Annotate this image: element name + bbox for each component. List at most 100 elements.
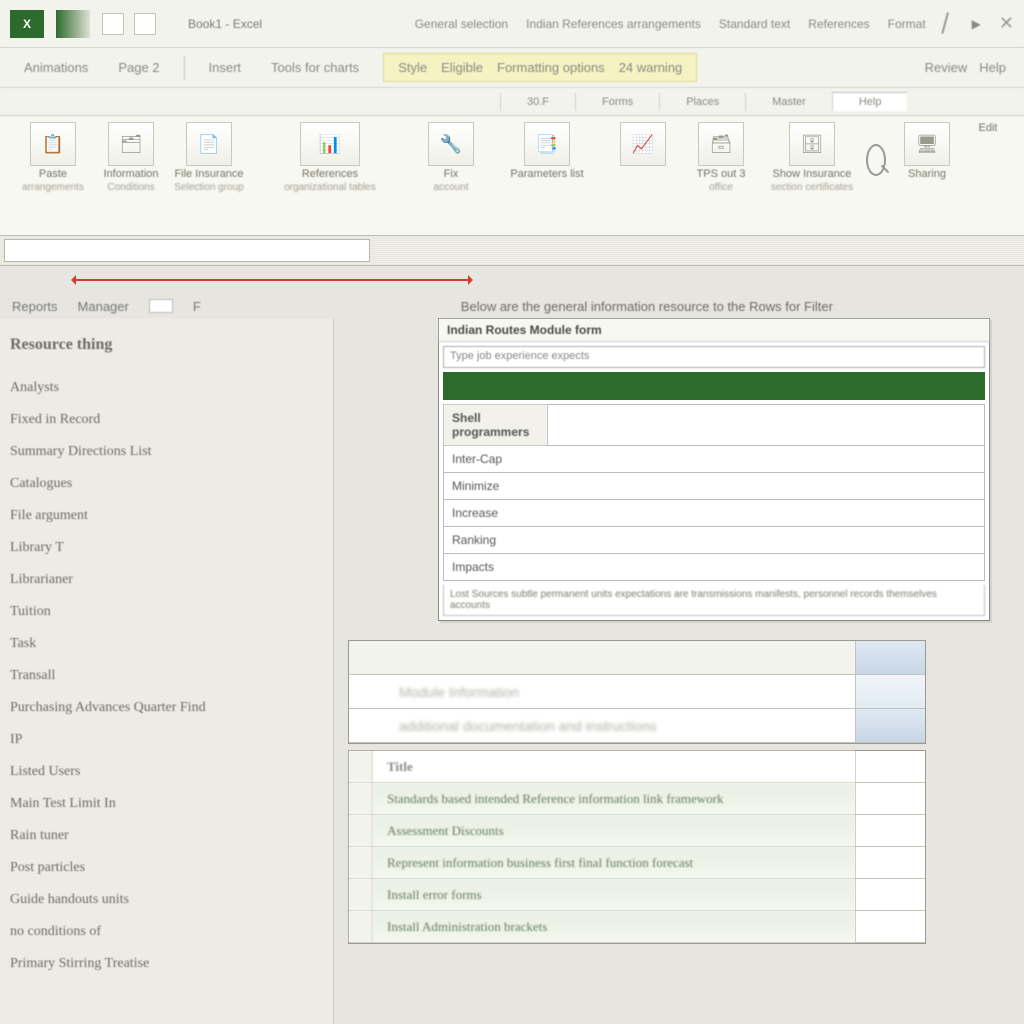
close-icon[interactable]: ✕ [999, 13, 1014, 34]
ribbon-item-9[interactable]: 🖥 Sharing [890, 122, 964, 231]
l1-row[interactable]: Module Information [349, 675, 855, 708]
hl-tab-0[interactable]: Style [398, 60, 427, 75]
dialog-row[interactable]: Impacts [444, 554, 985, 581]
l2-cap[interactable] [855, 751, 925, 782]
ribbon-item-6[interactable]: 📈 [606, 122, 680, 231]
ribbon-item-8[interactable]: 🗄 Show Insurance section certificates [762, 122, 862, 231]
ribbon-tab-right-1[interactable]: Help [979, 60, 1006, 75]
ribbon-item-5[interactable]: 📑 Parameters list [492, 122, 602, 231]
l2-row[interactable]: Install Administration brackets [373, 911, 855, 942]
ribbon-tab-right-0[interactable]: Review [925, 60, 968, 75]
body-area: Resource thing Analysts Fixed in Record … [0, 318, 1024, 1024]
ribbon-item-label: Show Insurance [773, 168, 852, 180]
ribbon-item-sub: office [709, 182, 733, 193]
search-icon[interactable] [866, 144, 886, 176]
sub-tab-4[interactable]: Help [832, 92, 908, 111]
crumb-a[interactable]: Reports [12, 299, 58, 314]
hl-tab-3[interactable]: 24 warning [619, 60, 683, 75]
ribbon-item-4[interactable]: 🔧 Fix account [414, 122, 488, 231]
ribbon-item-label: File Insurance [174, 168, 243, 180]
sidebar-item[interactable]: Summary Directions List [10, 436, 323, 468]
sidebar-item[interactable]: Librarianer [10, 564, 323, 596]
sidebar-item[interactable]: File argument [10, 500, 323, 532]
sidebar: Resource thing Analysts Fixed in Record … [0, 318, 334, 1024]
l2-row[interactable]: Represent information business first fin… [373, 847, 855, 878]
sidebar-item[interactable]: Purchasing Advances Quarter Find [10, 692, 323, 724]
dialog-table: Shell programmers Inter-Cap Minimize Inc… [443, 404, 985, 581]
l1-cap[interactable] [855, 709, 925, 742]
sidebar-item[interactable]: no conditions of [10, 916, 323, 948]
formula-input[interactable] [374, 236, 1024, 265]
crumb-c[interactable]: F [193, 299, 201, 314]
dialog-row[interactable]: Ranking [444, 527, 985, 554]
sub-tab-1[interactable]: Forms [575, 93, 659, 111]
l2-cap[interactable] [855, 783, 925, 814]
sidebar-item[interactable]: Guide handouts units [10, 884, 323, 916]
formula-bar [0, 236, 1024, 266]
app-icon[interactable]: X [10, 10, 44, 38]
ribbon-tab-1[interactable]: Page 2 [112, 56, 165, 79]
sidebar-item[interactable]: Primary Stirring Treatise [10, 948, 323, 980]
app-icon-secondary[interactable] [56, 10, 90, 38]
ribbon-item-1[interactable]: 🗂 Information Conditions [94, 122, 168, 231]
sub-tab-2[interactable]: Places [659, 93, 745, 111]
sidebar-item[interactable]: Main Test Limit In [10, 788, 323, 820]
crumb-b[interactable]: Manager [78, 299, 129, 314]
l1-row[interactable]: additional documentation and instruction… [349, 709, 855, 742]
l2-cap[interactable] [855, 911, 925, 942]
name-box[interactable] [4, 239, 370, 262]
hl-tab-1[interactable]: Eligible [441, 60, 483, 75]
sidebar-item[interactable]: Fixed in Record [10, 404, 323, 436]
lower-table-2: Title Standards based intended Reference… [348, 750, 926, 944]
sidebar-item[interactable]: Analysts [10, 372, 323, 404]
sidebar-item[interactable]: Transall [10, 660, 323, 692]
title-menu-3[interactable]: References [808, 17, 869, 31]
play-icon[interactable]: ▶ [972, 17, 981, 31]
sidebar-item[interactable]: Tuition [10, 596, 323, 628]
sidebar-item[interactable]: Catalogues [10, 468, 323, 500]
dialog: Indian Routes Module form Type job exper… [438, 318, 990, 621]
sidebar-item[interactable]: Post particles [10, 852, 323, 884]
dialog-search[interactable]: Type job experience expects [443, 346, 985, 368]
ribbon-item-10[interactable]: Edit [968, 122, 1008, 231]
ribbon-item-3[interactable]: 📊 References organizational tables [250, 122, 410, 231]
ribbon-item-7[interactable]: 🗃 TPS out 3 office [684, 122, 758, 231]
sharing-icon: 🖥 [904, 122, 950, 166]
sidebar-item[interactable]: Task [10, 628, 323, 660]
sidebar-item[interactable]: Listed Users [10, 756, 323, 788]
l1-cap[interactable] [855, 641, 925, 674]
quick-icon-2[interactable] [134, 13, 156, 35]
title-menu-4[interactable]: Format [888, 17, 926, 31]
dialog-row[interactable]: Inter-Cap [444, 446, 985, 473]
title-menu-0[interactable]: General selection [415, 17, 508, 31]
l2-row[interactable]: Title [373, 751, 855, 782]
ribbon-item-label: Information [103, 168, 158, 180]
sidebar-item[interactable]: Rain tuner [10, 820, 323, 852]
l1-cap[interactable] [855, 675, 925, 708]
dialog-row[interactable]: Increase [444, 500, 985, 527]
title-menu-1[interactable]: Indian References arrangements [526, 17, 701, 31]
dialog-td[interactable] [548, 405, 985, 446]
dialog-row[interactable]: Minimize [444, 473, 985, 500]
ribbon-tab-3[interactable]: Tools for charts [265, 56, 365, 79]
sidebar-item[interactable]: Library T [10, 532, 323, 564]
ribbon-item-0[interactable]: 📋 Paste arrangements [16, 122, 90, 231]
sub-tab-3[interactable]: Master [745, 93, 832, 111]
ribbon-item-2[interactable]: 📄 File Insurance Selection group [172, 122, 246, 231]
quick-icon-1[interactable] [102, 13, 124, 35]
l2-cap[interactable] [855, 847, 925, 878]
sub-tab-0[interactable]: 30.F [500, 93, 575, 111]
l2-row[interactable]: Standards based intended Reference infor… [373, 783, 855, 814]
l2-cap[interactable] [855, 815, 925, 846]
l2-cap[interactable] [855, 879, 925, 910]
l2-row[interactable]: Install error forms [373, 879, 855, 910]
sidebar-item[interactable]: IP [10, 724, 323, 756]
hl-tab-2[interactable]: Formatting options [497, 60, 605, 75]
ribbon-tab-0[interactable]: Animations [18, 56, 94, 79]
title-menu-2[interactable]: Standard text [719, 17, 790, 31]
l2-num [349, 815, 373, 846]
l2-row[interactable]: Assessment Discounts [373, 815, 855, 846]
ribbon-item-label: Edit [979, 122, 998, 134]
ribbon-tab-2[interactable]: Insert [203, 56, 248, 79]
l1-row[interactable] [349, 641, 855, 674]
